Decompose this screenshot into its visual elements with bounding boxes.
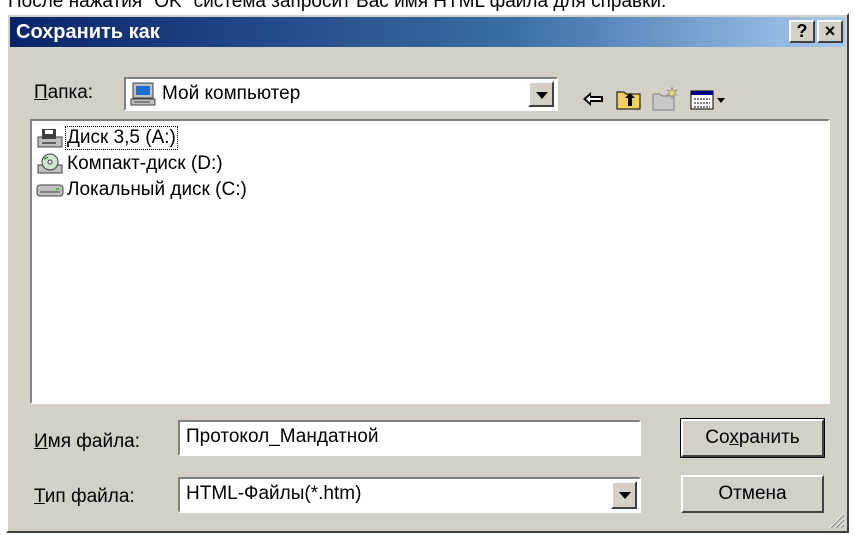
new-folder-icon[interactable]	[650, 85, 680, 113]
floppy-drive-icon	[36, 127, 64, 149]
location-combo[interactable]: Мой компьютер	[124, 77, 558, 111]
list-item[interactable]: Диск 3,5 (A:)	[36, 126, 178, 150]
filetype-value: HTML-Файлы(*.htm)	[186, 483, 362, 504]
list-item[interactable]: Локальный диск (C:)	[36, 179, 248, 201]
cancel-button[interactable]: Отмена	[681, 475, 824, 513]
cd-drive-icon	[36, 153, 64, 175]
file-list[interactable]: Диск 3,5 (A:) Компакт-диск (D:) Локальны…	[30, 119, 830, 404]
list-item-label: Локальный диск (C:)	[67, 179, 247, 200]
location-label: Папка:	[34, 82, 94, 103]
close-button[interactable]: ×	[817, 20, 843, 43]
dialog-title: Сохранить как	[16, 21, 160, 43]
filename-label: Имя файла:	[34, 431, 141, 452]
hard-drive-icon	[36, 179, 64, 201]
location-value: Мой компьютер	[162, 83, 301, 104]
save-as-dialog: Сохранить как ? × Папка: Мой компьютер Д…	[6, 13, 849, 533]
title-bar[interactable]: Сохранить как ? ×	[10, 17, 845, 47]
list-item-label: Диск 3,5 (A:)	[65, 126, 178, 150]
filetype-select[interactable]: HTML-Файлы(*.htm)	[178, 477, 641, 513]
list-item[interactable]: Компакт-диск (D:)	[36, 153, 224, 175]
help-button[interactable]: ?	[789, 20, 815, 43]
page-caption: После нажатия "OK" система запросит Вас …	[8, 0, 667, 12]
resize-grip-icon[interactable]	[827, 511, 845, 529]
save-button[interactable]: Сохранить	[680, 418, 825, 458]
view-menu-icon[interactable]	[688, 85, 728, 113]
filetype-dropdown-button[interactable]	[611, 481, 637, 509]
list-item-label: Компакт-диск (D:)	[67, 153, 223, 174]
filetype-label: Тип файла:	[34, 486, 135, 507]
filename-input[interactable]: Протокол_Мандатной	[178, 420, 641, 456]
up-folder-icon[interactable]	[614, 85, 644, 113]
back-arrow-icon[interactable]	[578, 85, 608, 113]
location-dropdown-button[interactable]	[528, 81, 554, 107]
filename-value: Протокол_Мандатной	[186, 426, 379, 447]
my-computer-icon	[130, 82, 156, 106]
